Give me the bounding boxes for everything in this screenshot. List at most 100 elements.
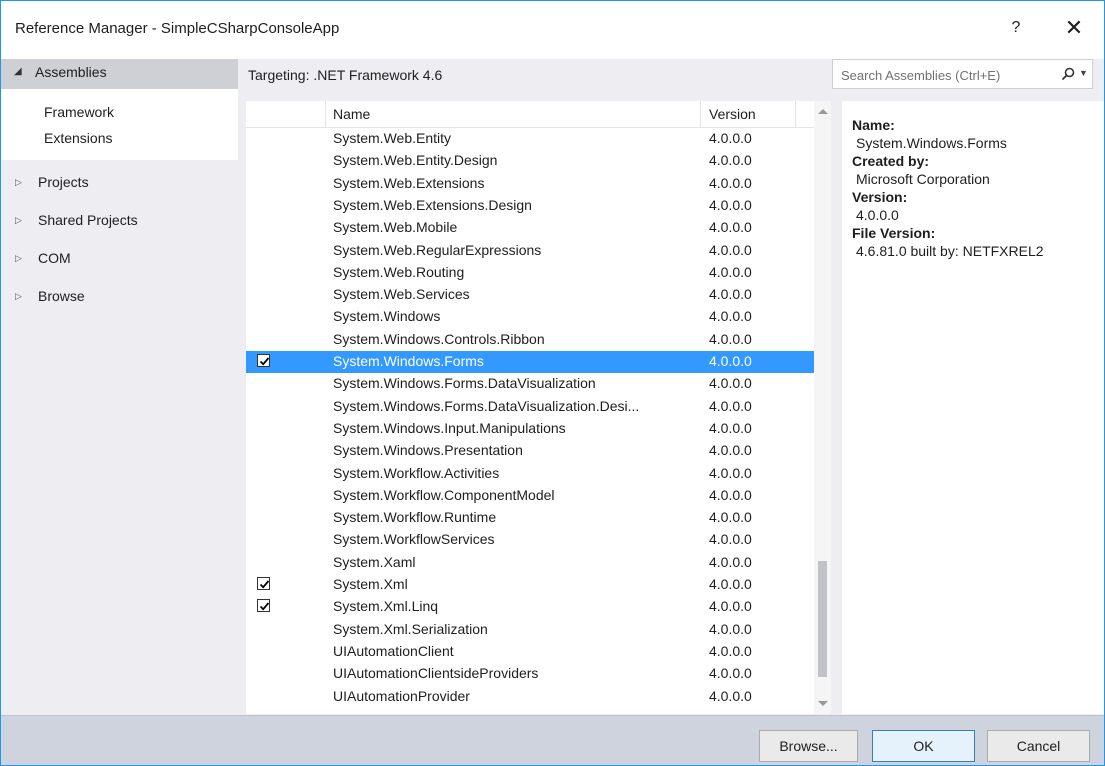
assembly-version: 4.0.0.0 — [709, 419, 752, 436]
help-button[interactable]: ? — [1001, 13, 1031, 43]
table-row[interactable]: System.Web.Entity 4.0.0.0 — [246, 128, 814, 150]
browse-button[interactable]: Browse... — [759, 730, 858, 762]
close-button[interactable]: ✕ — [1059, 13, 1089, 43]
assembly-version: 4.0.0.0 — [709, 486, 752, 503]
table-row[interactable]: System.Windows.Input.Manipulations 4.0.0.… — [246, 418, 814, 440]
scroll-up-arrow-icon[interactable] — [818, 109, 828, 114]
search-input[interactable] — [839, 65, 1053, 85]
table-row[interactable]: System.Windows.Forms.DataVisualization.D… — [246, 396, 814, 418]
table-row[interactable]: System.Windows 4.0.0.0 — [246, 306, 814, 328]
expanded-triangle-icon: ◢ — [14, 66, 22, 77]
details-file-version-value: 4.6.81.0 built by: NETFXREL2 — [856, 243, 1044, 259]
assembly-name: System.Windows.Forms.DataVisualization.D… — [333, 397, 640, 414]
table-row[interactable]: System.WorkflowServices 4.0.0.0 — [246, 529, 814, 551]
scroll-down-arrow-icon[interactable] — [818, 701, 828, 706]
assembly-version: 4.0.0.0 — [709, 553, 752, 570]
assembly-name: System.Windows.Presentation — [333, 442, 523, 459]
table-row[interactable]: System.Windows.Forms.DataVisualization 4.… — [246, 373, 814, 395]
table-row[interactable]: System.Workflow.ComponentModel 4.0.0.0 — [246, 485, 814, 507]
assembly-version: 4.0.0.0 — [709, 665, 752, 682]
scroll-thumb[interactable] — [818, 561, 827, 677]
sidebar-item-label: COM — [38, 250, 71, 266]
table-row[interactable]: System.Xml 4.0.0.0 — [246, 574, 814, 596]
collapsed-triangle-icon: ▷ — [15, 253, 22, 263]
vertical-scrollbar[interactable] — [814, 101, 831, 714]
assembly-version: 4.0.0.0 — [709, 509, 752, 526]
table-row[interactable]: System.Workflow.Activities 4.0.0.0 — [246, 463, 814, 485]
table-row[interactable]: System.Xml.Serialization 4.0.0.0 — [246, 619, 814, 641]
assembly-version: 4.0.0.0 — [709, 642, 752, 659]
assembly-version: 4.0.0.0 — [709, 353, 752, 369]
details-created-label: Created by: — [852, 153, 930, 169]
sidebar-item-browse[interactable]: ▷ Browse — [1, 285, 238, 311]
main-panel: Targeting: .NET Framework 4.6 ▼ Name Ver… — [238, 59, 1104, 715]
checkbox[interactable] — [257, 354, 270, 367]
table-row[interactable]: UIAutomationProvider 4.0.0.0 — [246, 686, 814, 708]
assembly-name: System.Xml.Linq — [333, 598, 439, 615]
table-row[interactable]: System.Web.Mobile 4.0.0.0 — [246, 217, 814, 239]
table-row[interactable]: System.Web.Extensions.Design 4.0.0.0 — [246, 195, 814, 217]
table-row[interactable]: System.Xml.Linq 4.0.0.0 — [246, 596, 814, 618]
assembly-name: UIAutomationProvider — [333, 687, 470, 704]
assembly-version: 4.0.0.0 — [709, 196, 752, 213]
cancel-button[interactable]: Cancel — [987, 730, 1090, 762]
assembly-version: 4.0.0.0 — [709, 598, 752, 615]
window-title: Reference Manager - SimpleCSharpConsoleA… — [15, 20, 340, 37]
sidebar-item-label: Shared Projects — [38, 212, 138, 228]
assembly-version: 4.0.0.0 — [709, 464, 752, 481]
search-box[interactable]: ▼ — [832, 59, 1093, 89]
assembly-name: UIAutomationClient — [333, 642, 454, 659]
details-name-label: Name: — [852, 117, 895, 133]
assembly-version: 4.0.0.0 — [709, 286, 752, 303]
column-header-check[interactable] — [246, 101, 326, 127]
column-header-name[interactable]: Name — [326, 101, 701, 127]
assembly-name: System.Windows — [333, 308, 441, 325]
sidebar-item-extensions[interactable]: Extensions — [44, 130, 112, 146]
assembly-version: 4.0.0.0 — [709, 330, 752, 347]
assembly-version: 4.0.0.0 — [709, 620, 752, 637]
checkmark-icon — [259, 357, 270, 366]
table-row[interactable]: System.Windows.Controls.Ribbon 4.0.0.0 — [246, 329, 814, 351]
assembly-name: System.Web.Extensions.Design — [333, 196, 532, 213]
assembly-name: System.Windows.Input.Manipulations — [333, 419, 566, 436]
table-row[interactable]: UIAutomationClientsideProviders 4.0.0.0 — [246, 663, 814, 685]
assembly-version: 4.0.0.0 — [709, 375, 752, 392]
table-row[interactable]: System.Workflow.Runtime 4.0.0.0 — [246, 507, 814, 529]
table-row[interactable]: System.Web.Entity.Design 4.0.0.0 — [246, 150, 814, 172]
checkbox[interactable] — [257, 577, 270, 590]
assembly-version: 4.0.0.0 — [709, 241, 752, 258]
assembly-name: System.WorkflowServices — [333, 531, 495, 548]
table-row[interactable]: UIAutomationClient 4.0.0.0 — [246, 641, 814, 663]
sidebar-item-framework[interactable]: Framework — [44, 104, 114, 120]
search-options-dropdown-icon[interactable]: ▼ — [1079, 68, 1088, 78]
table-row[interactable]: System.Windows.Forms 4.0.0.0 — [246, 351, 814, 374]
assembly-name: System.Web.RegularExpressions — [333, 241, 542, 258]
table-row[interactable]: System.Web.RegularExpressions 4.0.0.0 — [246, 240, 814, 262]
details-version-value: 4.0.0.0 — [856, 207, 899, 223]
table-row[interactable]: System.Xaml 4.0.0.0 — [246, 552, 814, 574]
assembly-name: System.Web.Entity — [333, 130, 452, 146]
assembly-name: System.Xaml — [333, 553, 416, 570]
sidebar-item-shared-projects[interactable]: ▷ Shared Projects — [1, 209, 238, 235]
table-row[interactable]: System.Windows.Presentation 4.0.0.0 — [246, 440, 814, 462]
assembly-version: 4.0.0.0 — [709, 219, 752, 236]
table-row[interactable]: System.Web.Extensions 4.0.0.0 — [246, 173, 814, 195]
sidebar-item-com[interactable]: ▷ COM — [1, 247, 238, 273]
assembly-version: 4.0.0.0 — [709, 576, 752, 592]
list-rows: System.Web.Entity 4.0.0.0 System.Web.Entit… — [246, 128, 814, 714]
list-header: Name Version — [246, 101, 814, 128]
sidebar-item-label: Browse — [38, 288, 85, 304]
table-row[interactable]: System.Web.Services 4.0.0.0 — [246, 284, 814, 306]
sidebar-item-assemblies[interactable]: ◢ Assemblies — [1, 59, 238, 89]
assembly-list: Name Version System.Web.Entity 4.0.0.0 Sys… — [246, 101, 831, 714]
collapsed-triangle-icon: ▷ — [15, 291, 22, 301]
table-row[interactable]: System.Web.Routing 4.0.0.0 — [246, 262, 814, 284]
assembly-name: System.Web.Mobile — [333, 219, 458, 236]
assembly-name: System.Web.Routing — [333, 263, 465, 280]
assembly-name: System.Windows.Controls.Ribbon — [333, 330, 545, 347]
column-header-version[interactable]: Version — [701, 101, 796, 127]
ok-button[interactable]: OK — [872, 730, 975, 762]
search-icon[interactable] — [1061, 67, 1075, 81]
checkbox[interactable] — [257, 599, 270, 613]
sidebar-item-projects[interactable]: ▷ Projects — [1, 171, 238, 197]
